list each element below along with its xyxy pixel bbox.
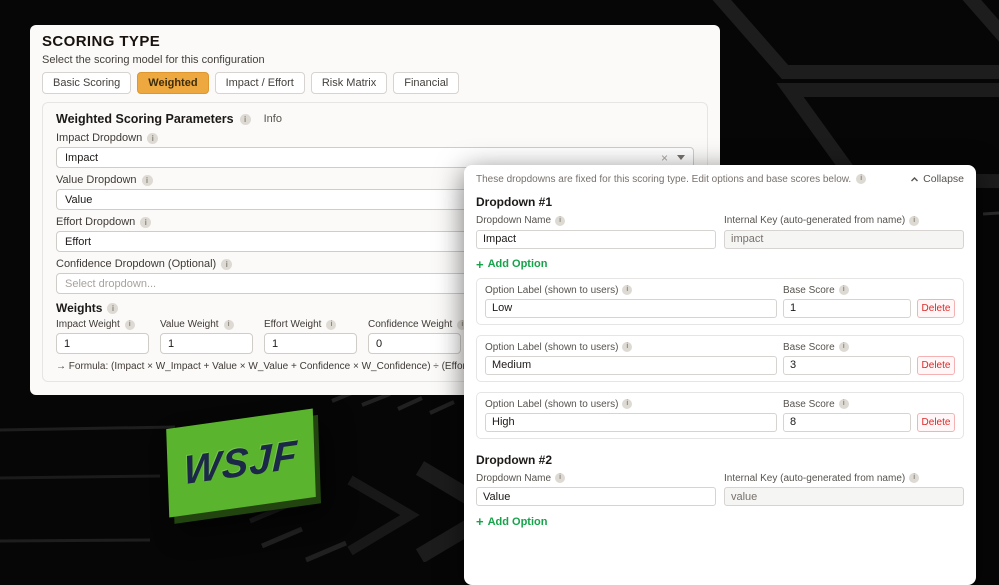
page-subtitle: Select the scoring model for this config…: [42, 54, 265, 66]
delete-option-button[interactable]: Delete: [917, 412, 955, 432]
info-icon[interactable]: [555, 215, 566, 226]
value-dropdown-label: Value Dropdown: [56, 174, 137, 186]
dropdown-2-name-input[interactable]: [476, 487, 716, 506]
info-icon[interactable]: [555, 473, 566, 483]
dropdown-1-internal-key-input: [724, 229, 964, 249]
base-score-header: Base Score: [783, 284, 835, 296]
scoring-model-tabs: Basic Scoring Weighted Impact / Effort R…: [42, 72, 708, 94]
effort-weight-input[interactable]: [264, 333, 357, 354]
base-score-header: Base Score: [783, 341, 835, 353]
option-label-header: Option Label (shown to users): [485, 341, 619, 353]
option-label-input[interactable]: [485, 355, 777, 375]
tab-weighted[interactable]: Weighted: [137, 72, 209, 94]
option-label-header: Option Label (shown to users): [485, 398, 619, 410]
value-weight-input[interactable]: [160, 333, 253, 354]
tab-risk-matrix[interactable]: Risk Matrix: [310, 72, 388, 94]
confidence-dropdown-label: Confidence Dropdown (Optional): [56, 258, 217, 270]
option-row: Option Label (shown to users) Base Score…: [476, 277, 964, 325]
fixed-dropdowns-notice: These dropdowns are fixed for this scori…: [476, 173, 852, 185]
page-title: SCORING TYPE: [42, 33, 161, 50]
dropdown-2-internal-key-input: [724, 487, 964, 506]
option-label-input[interactable]: [485, 298, 777, 318]
collapse-button[interactable]: Collapse: [910, 173, 964, 185]
effort-dropdown-label: Effort Dropdown: [56, 216, 136, 228]
info-icon[interactable]: [239, 113, 251, 125]
info-icon[interactable]: [107, 302, 119, 314]
info-icon[interactable]: [838, 285, 849, 295]
weights-title: Weights: [56, 301, 103, 315]
option-label-header: Option Label (shown to users): [485, 284, 619, 296]
impact-dropdown-value: Impact: [65, 151, 99, 164]
clear-icon[interactable]: ×: [661, 152, 668, 164]
confidence-weight-label: Confidence Weight: [368, 319, 453, 330]
tab-basic-scoring[interactable]: Basic Scoring: [42, 72, 132, 94]
impact-weight-label: Impact Weight: [56, 319, 120, 330]
internal-key-label: Internal Key (auto-generated from name): [724, 215, 906, 226]
info-icon[interactable]: [838, 399, 849, 409]
base-score-input[interactable]: [783, 298, 911, 318]
options-editor-panel: These dropdowns are fixed for this scori…: [464, 165, 976, 585]
plus-icon: +: [476, 514, 484, 529]
confidence-weight-input[interactable]: [368, 333, 461, 354]
value-weight-label: Value Weight: [160, 319, 219, 330]
dropdown-1-name-input[interactable]: [476, 229, 716, 249]
info-icon[interactable]: [221, 258, 233, 270]
impact-dropdown-label: Impact Dropdown: [56, 132, 143, 144]
info-icon[interactable]: [223, 319, 234, 330]
info-icon[interactable]: [622, 342, 633, 352]
delete-option-button[interactable]: Delete: [917, 298, 955, 318]
info-icon[interactable]: [856, 174, 867, 184]
info-icon[interactable]: [141, 174, 153, 186]
base-score-input[interactable]: [783, 355, 911, 375]
option-label-input[interactable]: [485, 412, 777, 432]
info-icon[interactable]: [909, 215, 920, 226]
delete-option-button[interactable]: Delete: [917, 355, 955, 375]
info-icon[interactable]: [622, 285, 633, 295]
chevron-down-icon: [677, 155, 685, 160]
info-icon[interactable]: [838, 342, 849, 352]
section-title: Weighted Scoring Parameters: [56, 112, 234, 126]
plus-icon: +: [476, 256, 484, 272]
info-icon[interactable]: [909, 473, 920, 483]
dropdown-2-title: Dropdown #2: [476, 452, 553, 467]
option-row: Option Label (shown to users) Base Score…: [476, 391, 964, 439]
effort-weight-label: Effort Weight: [264, 319, 322, 330]
wsjf-sticker-text: WSJF: [183, 432, 299, 493]
chevron-up-icon: [911, 176, 919, 181]
info-icon[interactable]: [140, 216, 152, 228]
info-icon[interactable]: [326, 319, 337, 330]
info-icon[interactable]: [124, 319, 135, 330]
tab-financial[interactable]: Financial: [393, 72, 460, 94]
info-link[interactable]: Info: [264, 113, 282, 125]
add-option-button[interactable]: + Add Option: [476, 515, 547, 528]
base-score-header: Base Score: [783, 398, 835, 410]
add-option-button[interactable]: + Add Option: [476, 258, 547, 271]
info-icon[interactable]: [622, 399, 633, 409]
internal-key-label: Internal Key (auto-generated from name): [724, 472, 906, 484]
dropdown-1-title: Dropdown #1: [476, 195, 553, 209]
option-row: Option Label (shown to users) Base Score…: [476, 334, 964, 382]
dropdown-name-label: Dropdown Name: [476, 472, 552, 484]
info-icon[interactable]: [147, 132, 159, 144]
dropdown-name-label: Dropdown Name: [476, 215, 552, 226]
impact-weight-input[interactable]: [56, 333, 149, 354]
tab-impact-effort[interactable]: Impact / Effort: [214, 72, 305, 94]
base-score-input[interactable]: [783, 412, 911, 432]
